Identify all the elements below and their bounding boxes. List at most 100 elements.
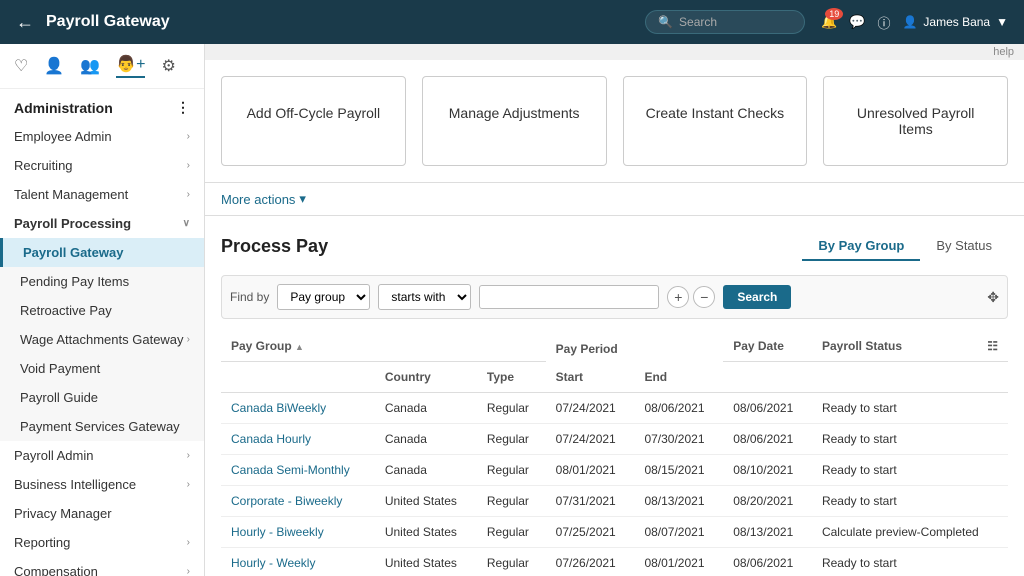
sidebar-item-payroll-processing[interactable]: Payroll Processing ∨: [0, 209, 204, 238]
cell-pay-date: 08/06/2021: [723, 424, 812, 455]
cell-end: 08/01/2021: [634, 548, 723, 576]
pending-pay-items-label: Pending Pay Items: [20, 274, 129, 289]
table-row: Canada BiWeekly Canada Regular 07/24/202…: [221, 393, 1008, 424]
pay-group-link[interactable]: Hourly - Weekly: [231, 556, 315, 570]
cell-pay-date: 08/06/2021: [723, 393, 812, 424]
process-pay-tabs: By Pay Group By Status: [802, 232, 1008, 261]
gear-icon[interactable]: ⚙: [161, 56, 175, 76]
pay-period-header: Pay Period: [546, 331, 724, 362]
sidebar-item-privacy-manager[interactable]: Privacy Manager: [0, 499, 204, 528]
sidebar-icon-bar: ♡ 👤 👥 👨​+ ⚙: [0, 44, 204, 89]
back-button[interactable]: ←: [16, 12, 34, 33]
person-icon[interactable]: 👤: [44, 56, 64, 76]
pay-group-link[interactable]: Canada BiWeekly: [231, 401, 326, 415]
help-text: help: [993, 46, 1014, 58]
page-title: Payroll Gateway: [46, 13, 645, 31]
search-bar[interactable]: 🔍 Search: [645, 10, 805, 34]
unresolved-payroll-items-card[interactable]: Unresolved Payroll Items: [823, 76, 1008, 166]
cell-type: Regular: [477, 455, 546, 486]
sidebar-item-recruiting[interactable]: Recruiting ›: [0, 151, 204, 180]
field-select[interactable]: Pay group Employee Status: [277, 284, 370, 310]
people-add-icon[interactable]: 👨​+: [116, 54, 145, 78]
chevron-down-icon: ›: [187, 160, 190, 171]
sidebar-item-retroactive-pay[interactable]: Retroactive Pay: [0, 296, 204, 325]
notification-bell[interactable]: 🔔 19: [821, 14, 837, 30]
more-actions-bar: More actions ▾: [205, 183, 1024, 216]
more-actions-link[interactable]: More actions ▾: [221, 191, 306, 207]
pay-group-link[interactable]: Hourly - Biweekly: [231, 525, 324, 539]
cell-type: Regular: [477, 548, 546, 576]
col-payroll-status-2: [812, 362, 1008, 393]
cell-country: Canada: [375, 455, 477, 486]
section-menu-icon[interactable]: ⋮: [176, 99, 190, 116]
help-icon[interactable]: ⓘ: [877, 13, 890, 32]
sidebar-item-void-payment[interactable]: Void Payment: [0, 354, 204, 383]
pay-group-link[interactable]: Canada Hourly: [231, 432, 311, 446]
user-menu-chevron: ▼: [996, 15, 1008, 29]
col-pay-date-2: [723, 362, 812, 393]
chevron-down-icon: ›: [187, 479, 190, 490]
pay-period-header-spacer: [375, 331, 546, 362]
add-filter-button[interactable]: +: [667, 286, 689, 308]
tab-by-status[interactable]: By Status: [920, 232, 1008, 261]
add-off-cycle-payroll-card[interactable]: Add Off-Cycle Payroll: [221, 76, 406, 166]
col-type: Type: [477, 362, 546, 393]
cell-pay-group: Canada Semi-Monthly: [221, 455, 375, 486]
sidebar-item-reporting[interactable]: Reporting ›: [0, 528, 204, 557]
chevron-icon: ›: [187, 334, 190, 345]
chevron-down-icon: ›: [187, 131, 190, 142]
sidebar-item-payroll-admin[interactable]: Payroll Admin ›: [0, 441, 204, 470]
filter-input[interactable]: [479, 285, 659, 309]
sidebar-item-payroll-guide[interactable]: Payroll Guide: [0, 383, 204, 412]
sidebar-item-compensation[interactable]: Compensation ›: [0, 557, 204, 576]
find-by-label: Find by: [230, 290, 269, 304]
sidebar-item-wage-attachments-gateway[interactable]: Wage Attachments Gateway ›: [0, 325, 204, 354]
search-button[interactable]: Search: [723, 285, 791, 309]
filter-icons: + −: [667, 286, 715, 308]
chat-icon[interactable]: 💬: [849, 14, 865, 30]
remove-filter-button[interactable]: −: [693, 286, 715, 308]
cell-country: United States: [375, 548, 477, 576]
manage-adjustments-card[interactable]: Manage Adjustments: [422, 76, 607, 166]
group-icon[interactable]: 👥: [80, 56, 100, 76]
sidebar-item-payment-services-gateway[interactable]: Payment Services Gateway: [0, 412, 204, 441]
business-intelligence-label: Business Intelligence: [14, 477, 136, 492]
sidebar-item-employee-admin[interactable]: Employee Admin ›: [0, 122, 204, 151]
create-instant-checks-card[interactable]: Create Instant Checks: [623, 76, 808, 166]
chevron-down-icon: ›: [187, 537, 190, 548]
heart-icon[interactable]: ♡: [14, 56, 28, 76]
more-actions-arrow: ▾: [299, 191, 306, 207]
cell-type: Regular: [477, 486, 546, 517]
condition-select[interactable]: starts with contains equals: [378, 284, 471, 310]
chevron-up-icon: ∨: [183, 218, 190, 229]
cell-country: United States: [375, 517, 477, 548]
payroll-guide-label: Payroll Guide: [20, 390, 98, 405]
recruiting-label: Recruiting: [14, 158, 73, 173]
more-actions-label: More actions: [221, 192, 295, 207]
expand-button[interactable]: ✥: [987, 289, 999, 306]
col-pay-group-label: Pay Group: [231, 339, 292, 353]
sidebar-item-payroll-gateway[interactable]: Payroll Gateway: [0, 238, 204, 267]
col-pay-group-2: [221, 362, 375, 393]
cell-pay-group: Hourly - Weekly: [221, 548, 375, 576]
cell-start: 07/24/2021: [546, 393, 635, 424]
employee-admin-label: Employee Admin: [14, 129, 112, 144]
process-pay-title: Process Pay: [221, 236, 328, 257]
sidebar-item-business-intelligence[interactable]: Business Intelligence ›: [0, 470, 204, 499]
table-row: Hourly - Biweekly United States Regular …: [221, 517, 1008, 548]
user-info[interactable]: 👤 James Bana ▼: [902, 15, 1008, 29]
cell-type: Regular: [477, 393, 546, 424]
cell-start: 07/26/2021: [546, 548, 635, 576]
cell-end: 08/15/2021: [634, 455, 723, 486]
sidebar-section-title: Administration ⋮: [0, 89, 204, 122]
column-settings-icon[interactable]: ☷: [987, 339, 998, 353]
sort-icon[interactable]: ▲: [295, 342, 304, 352]
sidebar-item-talent-management[interactable]: Talent Management ›: [0, 180, 204, 209]
pay-group-link[interactable]: Corporate - Biweekly: [231, 494, 342, 508]
pay-group-link[interactable]: Canada Semi-Monthly: [231, 463, 350, 477]
sidebar-item-pending-pay-items[interactable]: Pending Pay Items: [0, 267, 204, 296]
col-country: Country: [375, 362, 477, 393]
col-pay-date: Pay Date: [723, 331, 812, 362]
tab-by-pay-group[interactable]: By Pay Group: [802, 232, 920, 261]
payment-services-label: Payment Services Gateway: [20, 419, 180, 434]
